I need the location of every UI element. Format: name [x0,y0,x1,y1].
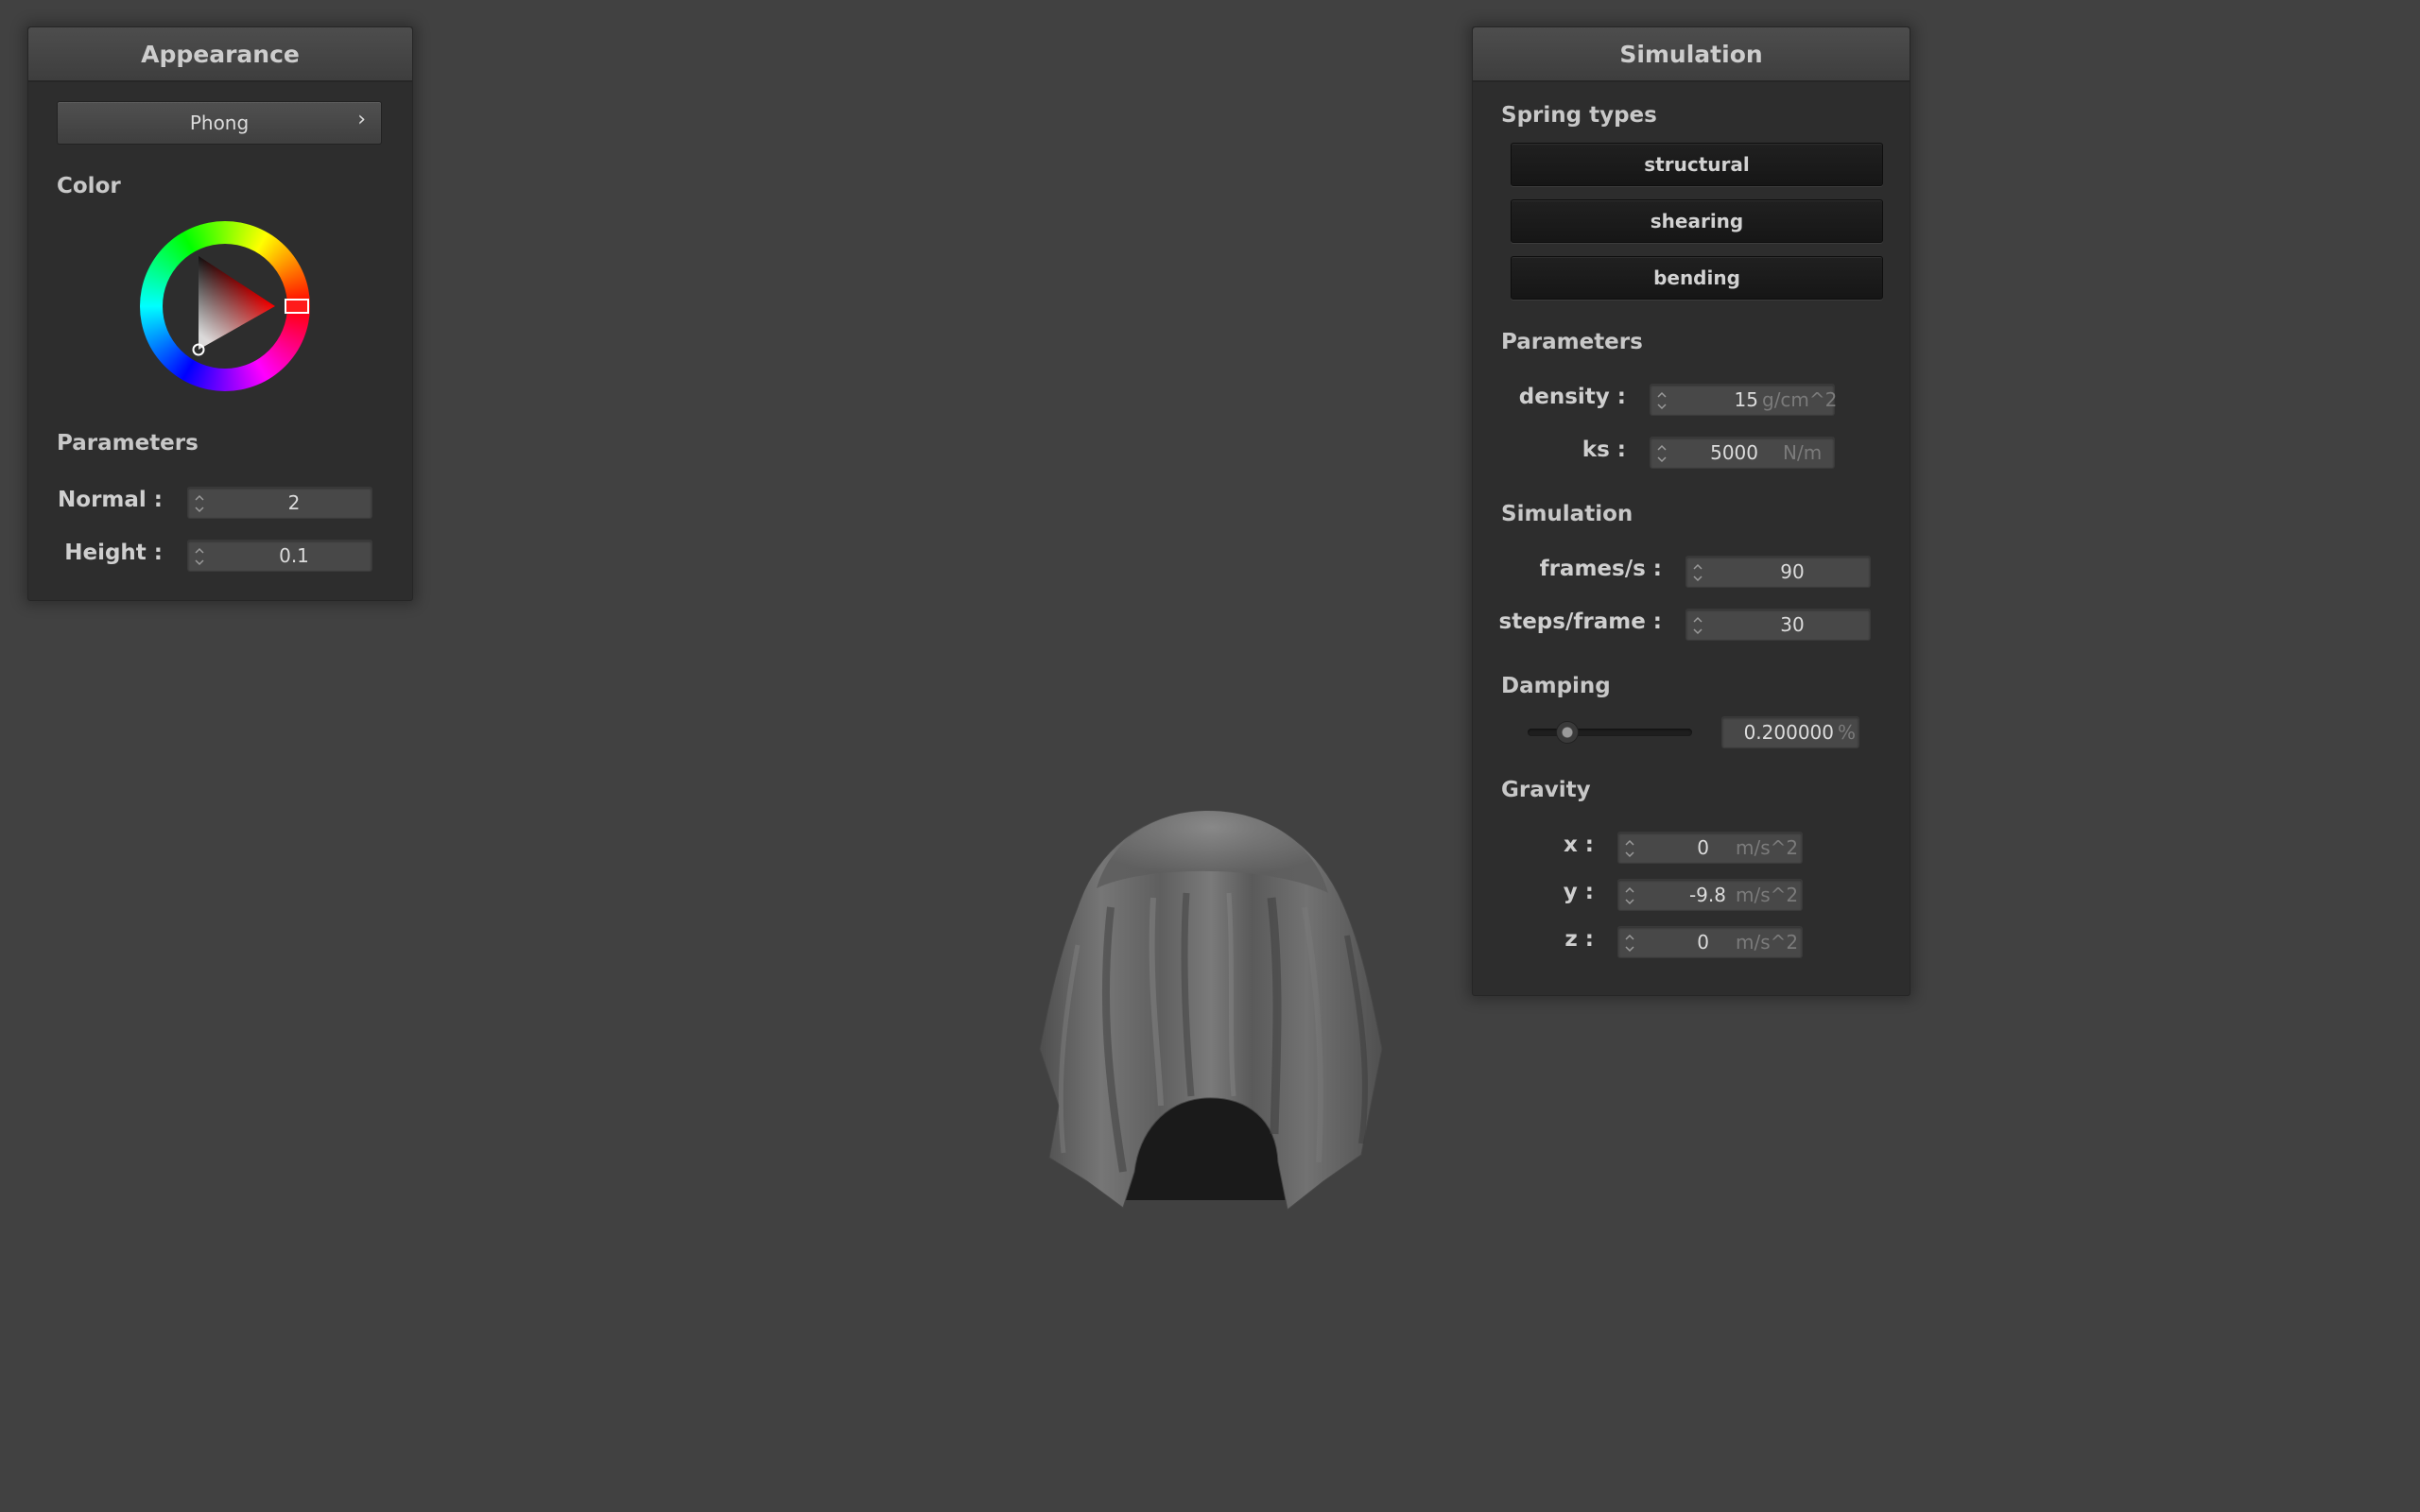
color-label: Color [57,174,121,198]
spinner-icon[interactable] [194,544,205,569]
gravity-y-input[interactable]: -9.8 m/s^2 [1617,879,1803,911]
steps-input[interactable]: 30 [1685,609,1871,641]
simulation-panel: Simulation Spring types structural shear… [1472,26,1910,996]
spinner-icon[interactable] [194,491,205,516]
damping-slider-handle[interactable] [1556,721,1579,744]
shearing-button[interactable]: shearing [1511,199,1883,243]
gravity-x-label: x : [1563,833,1594,857]
height-input[interactable]: 0.1 [187,540,372,572]
spinner-icon[interactable] [1692,560,1703,585]
frames-value: 90 [1780,560,1805,583]
ks-value: 5000 [1710,441,1758,464]
gravity-x-input[interactable]: 0 m/s^2 [1617,832,1803,864]
steps-label: steps/frame : [1498,610,1662,634]
simulation-section-label: Simulation [1501,502,1634,526]
spinner-icon[interactable] [1624,931,1635,955]
gravity-label: Gravity [1501,778,1591,802]
appearance-panel: Appearance Phong › Color Parameters Norm… [27,26,413,601]
spinner-icon[interactable] [1624,836,1635,861]
density-unit: g/cm^2 [1762,388,1838,411]
gravity-y-value: -9.8 [1688,884,1726,906]
color-triangle[interactable] [140,221,310,391]
hue-handle [285,299,309,314]
height-label: Height : [64,541,163,565]
density-input[interactable]: 15 g/cm^2 [1650,384,1838,416]
spinner-icon[interactable] [1624,884,1635,908]
normal-input[interactable]: 2 [187,487,372,519]
density-value: 15 [1734,388,1758,411]
damping-value: 0.200000 [1743,721,1834,744]
simulation-parameters-label: Parameters [1501,330,1643,354]
damping-slider[interactable] [1528,721,1692,744]
ks-unit: N/m [1783,441,1823,464]
shader-dropdown-label: Phong [189,112,250,134]
simulation-panel-title[interactable]: Simulation [1473,27,1910,82]
spinner-icon[interactable] [1692,613,1703,638]
ks-label: ks : [1582,438,1626,462]
gravity-y-label: y : [1563,880,1594,904]
appearance-panel-title[interactable]: Appearance [28,27,412,82]
gravity-z-value: 0 [1697,931,1709,954]
frames-input[interactable]: 90 [1685,556,1871,588]
gravity-y-unit: m/s^2 [1736,884,1799,906]
gravity-z-label: z : [1564,927,1594,952]
color-wheel[interactable] [140,221,310,391]
gravity-z-unit: m/s^2 [1736,931,1799,954]
frames-label: frames/s : [1539,557,1662,581]
appearance-parameters-label: Parameters [57,431,199,455]
spinner-icon[interactable] [1656,388,1668,413]
normal-label: Normal : [58,488,163,512]
structural-button[interactable]: structural [1511,143,1883,186]
chevron-right-icon: › [357,108,366,131]
damping-label: Damping [1501,674,1611,698]
shader-dropdown[interactable]: Phong › [57,101,382,145]
spinner-icon[interactable] [1656,441,1668,466]
bending-button[interactable]: bending [1511,256,1883,300]
height-value: 0.1 [279,544,309,567]
normal-value: 2 [287,491,301,514]
damping-unit: % [1838,721,1857,744]
damping-input[interactable]: 0.200000 % [1721,716,1859,748]
spring-types-label: Spring types [1501,103,1657,128]
gravity-x-value: 0 [1697,836,1709,859]
gravity-x-unit: m/s^2 [1736,836,1799,859]
ks-input[interactable]: 5000 N/m [1650,437,1835,469]
density-label: density : [1518,385,1626,409]
gravity-z-input[interactable]: 0 m/s^2 [1617,926,1803,958]
steps-value: 30 [1780,613,1805,636]
